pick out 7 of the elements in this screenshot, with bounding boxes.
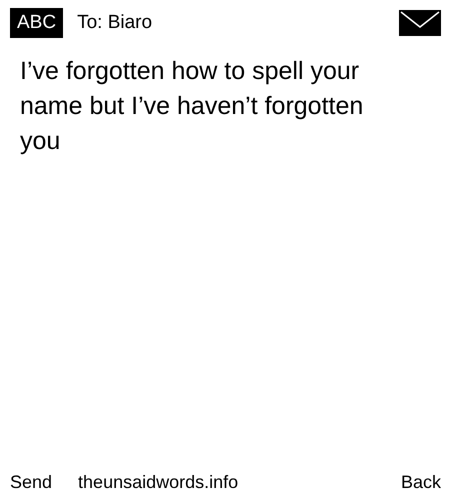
recipient-label: To: Biaro bbox=[77, 12, 152, 34]
send-softkey[interactable]: Send bbox=[10, 472, 52, 492]
site-address: theunsaidwords.info bbox=[78, 472, 238, 492]
input-mode-indicator: ABC bbox=[10, 8, 64, 38]
message-text: I’ve forgotten how to spell your name but I’ve haven’t forgotten you bbox=[19, 56, 364, 157]
back-softkey[interactable]: Back bbox=[400, 472, 441, 492]
envelope-icon bbox=[399, 10, 441, 36]
